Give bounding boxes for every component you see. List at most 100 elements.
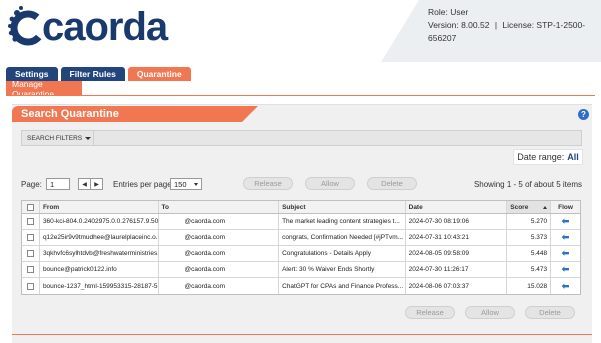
user-role: Role: User	[428, 7, 469, 17]
row-select-cell	[22, 246, 40, 261]
search-quarantine-panel: Search Quarantine ? SEARCH FILTERS Date …	[12, 104, 592, 343]
select-all-checkbox[interactable]	[26, 203, 34, 211]
cell-subject: Alert: 30 % Waiver Ends Shortly	[279, 262, 406, 277]
panel-title-tail	[242, 106, 258, 122]
inbound-arrow-icon: ⬅	[561, 280, 570, 291]
column-date[interactable]: Date	[406, 201, 508, 213]
inbound-arrow-icon: ⬅	[561, 232, 570, 242]
cell-flow: ⬅	[551, 214, 580, 229]
prev-page-icon[interactable]: ◀	[79, 179, 91, 189]
brand-logo[interactable]: caorda	[6, 2, 168, 52]
cell-from: q12e25ir9v9tmudhee@laurelplaceinc.o...	[40, 230, 159, 245]
row-checkbox[interactable]	[26, 218, 34, 225]
panel-title: Search Quarantine	[12, 106, 242, 122]
cell-to-value: @caorda.com	[184, 282, 226, 290]
table-row[interactable]: bounce@patrick0122.info @caorda.com Aler…	[22, 262, 580, 278]
column-flow[interactable]: Flow	[551, 201, 580, 213]
inbound-arrow-icon: ⬅	[561, 216, 570, 226]
search-filters-label: SEARCH FILTERS	[27, 134, 83, 142]
cell-to: @caorda.com	[159, 230, 280, 245]
logo-mark-icon	[8, 6, 46, 46]
cell-flow: ⬅	[551, 262, 580, 277]
quarantine-table: From To Subject Date Score Flow 360-kci-…	[21, 200, 581, 295]
table-row[interactable]: bounce-1237_html-159953315-28187-5... @c…	[22, 278, 580, 294]
pager: ◀ ▶	[78, 178, 103, 190]
row-select-cell	[22, 214, 40, 229]
column-from[interactable]: From	[40, 201, 159, 213]
cell-flow: ⬅	[551, 278, 580, 294]
row-select-cell	[22, 230, 40, 245]
cell-to: @caorda.com	[159, 246, 280, 261]
subnav-manage-quarantine[interactable]: Manage Quarantine	[6, 79, 82, 99]
cell-to-value: @caorda.com	[184, 266, 226, 273]
search-filters-bar: SEARCH FILTERS	[21, 130, 582, 146]
account-info: Role: User Version: 8.00.52 | License: S…	[428, 6, 601, 45]
select-all-cell	[22, 201, 40, 213]
delete-button-bottom[interactable]: Delete	[525, 306, 575, 319]
cell-subject: ChatGPT for CPAs and Finance Profess...	[279, 278, 406, 294]
cell-score: 5.270	[507, 214, 552, 229]
column-to[interactable]: To	[159, 201, 280, 213]
cell-to-value: @caorda.com	[184, 250, 226, 257]
cell-to-value: @caorda.com	[184, 218, 226, 225]
showing-count: Showing 1 - 5 of about 5 items	[473, 180, 582, 189]
row-checkbox[interactable]	[26, 282, 34, 290]
cell-flow: ⬅	[551, 230, 580, 245]
cell-subject: congrats, Confirmation Needed [#jPTvm...	[279, 230, 406, 245]
table-header: From To Subject Date Score Flow	[22, 201, 580, 214]
date-range-selector[interactable]: Date range: All	[513, 149, 583, 165]
version-license: Version: 8.00.52 | License: STP-1-2500-6…	[428, 19, 601, 45]
inbound-arrow-icon: ⬅	[561, 248, 570, 258]
release-button-bottom[interactable]: Release	[405, 306, 455, 319]
delete-button[interactable]: Delete	[367, 177, 417, 190]
cell-from: bounce@patrick0122.info	[40, 262, 159, 277]
app-header: caorda Role: User Version: 8.00.52 | Lic…	[0, 0, 601, 62]
tab-quarantine[interactable]: Quarantine	[127, 67, 191, 81]
row-select-cell	[22, 262, 40, 277]
chevron-down-icon	[194, 183, 198, 186]
allow-button[interactable]: Allow	[305, 177, 355, 190]
cell-score: 5.473	[507, 262, 552, 277]
cell-score: 15.028	[507, 278, 552, 294]
help-icon[interactable]: ?	[578, 109, 589, 120]
list-controls: Page: 1 ◀ ▶ Entries per page: 150 Releas…	[21, 177, 582, 193]
allow-button-bottom[interactable]: Allow	[465, 306, 515, 319]
search-filters-toggle[interactable]: SEARCH FILTERS	[22, 131, 94, 145]
column-score-label: Score	[510, 203, 529, 211]
entries-per-page-value: 150	[174, 179, 187, 189]
bottom-actions: Release Allow Delete	[12, 306, 592, 320]
cell-score: 5.373	[507, 230, 552, 245]
release-button[interactable]: Release	[243, 177, 293, 190]
entries-per-page-select[interactable]: 150	[170, 178, 202, 190]
date-range-value[interactable]: All	[567, 152, 579, 162]
table-row[interactable]: q12e25ir9v9tmudhee@laurelplaceinc.o... @…	[22, 230, 580, 246]
row-checkbox[interactable]	[26, 266, 34, 273]
page-number-input[interactable]: 1	[46, 178, 70, 190]
row-checkbox[interactable]	[26, 234, 34, 241]
cell-date: 2024-08-05 09:58:09	[406, 246, 508, 261]
cell-to: @caorda.com	[159, 214, 280, 229]
cell-subject: The market leading content strategies t.…	[279, 214, 406, 229]
cell-from: 360-kci-804.0.2402975.0.0.276157.9.50...	[40, 214, 159, 229]
cell-flow: ⬅	[551, 246, 580, 261]
next-page-icon[interactable]: ▶	[91, 179, 102, 189]
page-label: Page:	[21, 180, 42, 189]
cell-to-value: @caorda.com	[184, 234, 226, 241]
column-score[interactable]: Score	[507, 201, 552, 213]
row-checkbox[interactable]	[26, 250, 34, 257]
brand-name: caorda	[42, 5, 168, 49]
chevron-down-icon	[85, 136, 92, 140]
cell-from: bounce-1237_html-159953315-28187-5...	[40, 278, 159, 294]
inbound-arrow-icon: ⬅	[561, 264, 570, 274]
cell-subject: Congratulations - Details Apply	[279, 246, 406, 261]
subnav-divider	[6, 95, 595, 96]
panel-bottom-divider	[12, 334, 592, 335]
cell-date: 2024-07-31 10:43:21	[406, 230, 508, 245]
date-range-label: Date range:	[517, 152, 565, 162]
table-row[interactable]: 360-kci-804.0.2402975.0.0.276157.9.50...…	[22, 214, 580, 230]
row-select-cell	[22, 278, 40, 294]
column-subject[interactable]: Subject	[279, 201, 406, 213]
entries-per-page-label: Entries per page:	[113, 180, 174, 189]
table-row[interactable]: 3qkhvfc6sylhtdvb@freshwaterministries...…	[22, 246, 580, 262]
header-diagonal	[381, 0, 419, 62]
